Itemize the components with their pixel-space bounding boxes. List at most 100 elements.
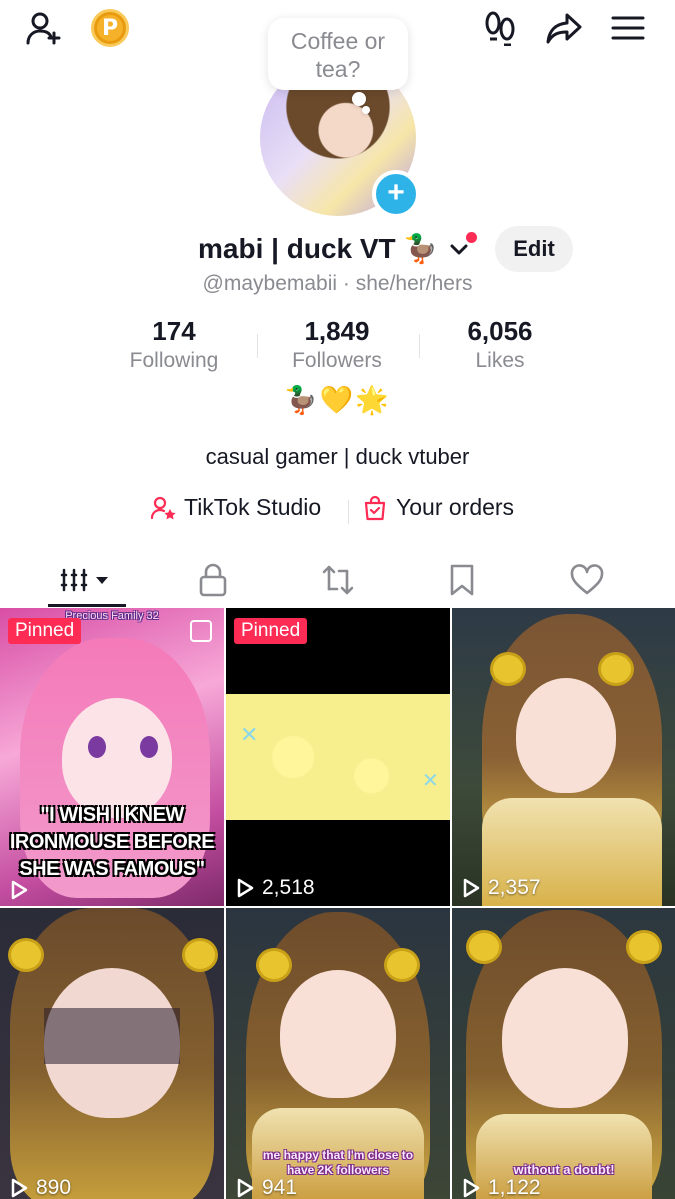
stat-divider xyxy=(257,334,258,358)
bookmark-icon xyxy=(450,564,473,596)
character-face xyxy=(62,698,172,818)
content-tabs xyxy=(0,552,675,608)
view-count-text: 941 xyxy=(262,1176,298,1199)
bubble-tail-small xyxy=(362,106,370,114)
horn-icon xyxy=(256,948,292,982)
bio-emojis: 🦆💛🌟 xyxy=(284,385,391,416)
tab-private[interactable] xyxy=(145,552,280,608)
video-thumbnail[interactable]: without a doubt! 1,122 xyxy=(452,908,675,1199)
tab-videos[interactable] xyxy=(20,552,155,608)
shopping-bag-icon xyxy=(364,495,386,520)
note-text-line2: tea? xyxy=(315,56,361,82)
followers-count: 1,849 xyxy=(304,316,370,346)
character-face xyxy=(280,970,396,1098)
tiktok-studio-label: TikTok Studio xyxy=(184,494,322,520)
share-arrow-icon xyxy=(546,13,582,44)
grid-dropdown-icon xyxy=(60,568,108,592)
view-count-text: 2,518 xyxy=(262,876,315,899)
horn-icon xyxy=(384,948,420,982)
profile-views-button[interactable] xyxy=(480,8,520,48)
active-tab-indicator xyxy=(48,604,126,607)
video-grid: Precious Family 32 Pinned "I WISH I KNEW… xyxy=(0,608,675,1199)
coins-button[interactable]: P xyxy=(90,8,130,48)
edit-profile-button[interactable]: Edit xyxy=(495,226,573,272)
face-shadow xyxy=(44,1008,180,1064)
add-friend-button[interactable] xyxy=(24,8,64,48)
horn-icon xyxy=(8,938,44,972)
stats-row: 174 Following 1,849 Followers 6,056 Like… xyxy=(0,316,675,378)
video-thumbnail[interactable]: 2,357 xyxy=(452,608,675,906)
yellow-panel xyxy=(226,694,450,820)
character-eye xyxy=(140,736,158,758)
video-thumbnail[interactable]: me happy that I'm close to have 2K follo… xyxy=(226,908,450,1199)
video-thumbnail[interactable]: ✕ ✕ Pinned 2,518 xyxy=(226,608,450,906)
horn-icon xyxy=(626,930,662,964)
note-bubble[interactable]: Coffee or tea? xyxy=(268,18,408,90)
bio-text: casual gamer | duck vtuber xyxy=(205,444,470,469)
bubble-tail xyxy=(352,92,366,106)
heart-icon xyxy=(570,564,603,595)
character-face xyxy=(516,678,616,793)
lock-icon xyxy=(199,563,226,597)
footprints-icon xyxy=(485,11,515,46)
view-count: 941 xyxy=(236,1176,297,1199)
video-thumbnail[interactable]: 890 xyxy=(0,908,224,1199)
play-icon xyxy=(11,880,28,900)
character-eye xyxy=(88,736,106,758)
view-count: 1,122 xyxy=(462,1176,541,1199)
person-star-icon xyxy=(150,496,176,519)
name-row: mabi | duck VT 🦆 Edit xyxy=(0,226,675,274)
horn-icon xyxy=(182,938,218,972)
stat-following[interactable]: 174 Following xyxy=(104,316,244,373)
decoration-star: ✕ xyxy=(240,722,259,747)
tiktok-studio-link[interactable]: TikTok Studio xyxy=(150,494,321,521)
tools-divider xyxy=(348,500,349,524)
view-count: 2,357 xyxy=(462,876,541,900)
share-button[interactable] xyxy=(544,8,584,48)
likes-label: Likes xyxy=(475,349,525,372)
view-count-text: 890 xyxy=(36,1176,72,1199)
play-icon xyxy=(463,878,480,898)
creator-tools-row: TikTok Studio Your orders xyxy=(0,494,675,530)
your-orders-label: Your orders xyxy=(396,494,515,520)
multi-photo-icon xyxy=(190,620,212,642)
view-count xyxy=(10,880,36,900)
followers-label: Followers xyxy=(292,349,382,372)
view-count-text: 2,357 xyxy=(488,876,541,899)
video-thumbnail[interactable]: Precious Family 32 Pinned "I WISH I KNEW… xyxy=(0,608,224,906)
hamburger-menu-icon xyxy=(611,16,645,40)
stat-followers[interactable]: 1,849 Followers xyxy=(267,316,407,373)
stat-likes[interactable]: 6,056 Likes xyxy=(430,316,570,373)
menu-button[interactable] xyxy=(608,8,648,48)
username-pronouns: @maybemabii · she/her/hers xyxy=(202,272,473,295)
following-label: Following xyxy=(129,349,219,372)
play-icon xyxy=(237,1178,254,1198)
character-face xyxy=(502,968,628,1108)
view-count: 890 xyxy=(10,1176,71,1199)
repost-icon xyxy=(322,565,353,595)
horn-icon xyxy=(490,652,526,686)
your-orders-link[interactable]: Your orders xyxy=(362,494,514,521)
horn-icon xyxy=(598,652,634,686)
video-caption: me happy that I'm close to have 2K follo… xyxy=(262,1148,414,1177)
tab-favorites[interactable] xyxy=(394,552,529,608)
pinned-badge: Pinned xyxy=(8,618,82,644)
stat-divider xyxy=(419,334,420,358)
add-story-button[interactable]: + xyxy=(372,170,420,218)
person-plus-icon xyxy=(26,12,61,45)
video-caption: without a doubt! xyxy=(513,1162,615,1177)
tab-reposts[interactable] xyxy=(270,552,405,608)
likes-count: 6,056 xyxy=(467,316,533,346)
horn-icon xyxy=(466,930,502,964)
play-icon xyxy=(237,878,254,898)
pinned-badge: Pinned xyxy=(234,618,308,644)
notification-dot xyxy=(466,232,477,243)
tab-liked[interactable] xyxy=(519,552,654,608)
video-caption: "I WISH I KNEW IRONMOUSE BEFORE SHE WAS … xyxy=(9,804,215,880)
play-icon xyxy=(11,1178,28,1198)
play-icon xyxy=(463,1178,480,1198)
following-count: 174 xyxy=(152,316,196,346)
coin-icon: P xyxy=(91,9,129,47)
note-text-line1: Coffee or xyxy=(290,28,386,54)
view-count-text: 1,122 xyxy=(488,1176,541,1199)
